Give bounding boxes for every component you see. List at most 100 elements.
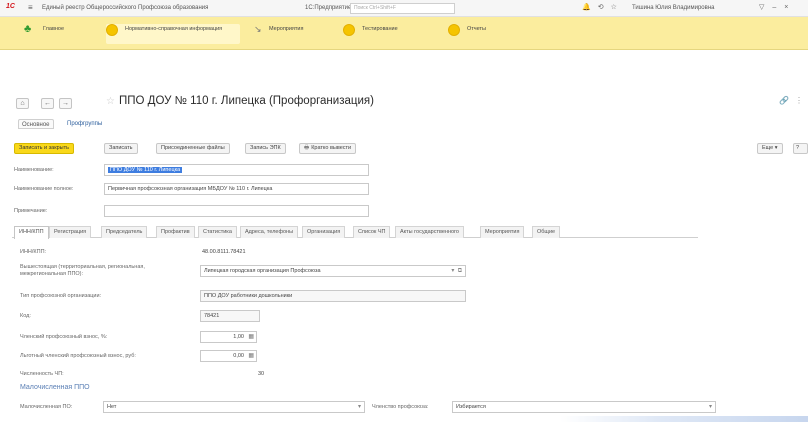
small-ppo-select[interactable]: Нет ▾ xyxy=(103,401,365,413)
parent-org-value: Липецкая городская организация Профсоюза xyxy=(204,268,321,274)
main-section-icon: ♣ xyxy=(24,23,32,35)
minimize-icon[interactable]: – xyxy=(772,4,784,11)
taskbar-edge xyxy=(560,416,808,422)
help-button[interactable]: ? xyxy=(793,143,808,154)
fixed-fee-value: 0,00 xyxy=(233,353,244,359)
arrow-right-icon: → xyxy=(62,100,69,107)
note-input[interactable] xyxy=(104,205,369,217)
section-reports-label: Отчеты xyxy=(467,26,487,32)
members-count-value: 30 xyxy=(258,371,265,377)
save-button[interactable]: Записать xyxy=(104,143,138,154)
section-main[interactable]: ♣ Главное xyxy=(24,24,82,44)
members-count-label: Численность ЧП: xyxy=(20,371,64,377)
tab-organization[interactable]: Организация xyxy=(302,226,346,238)
full-name-input[interactable]: Первичная профсоюзная организация МБДОУ … xyxy=(104,183,369,195)
sections-panel: ♣ Главное Нормативно-справочная информац… xyxy=(0,17,808,50)
code-label: Код: xyxy=(20,313,31,319)
fixed-fee-input[interactable]: 0,00 ▦ xyxy=(200,350,257,362)
dropdown-icon[interactable]: ▾ ⧉ xyxy=(451,266,462,276)
name-value: ППО ДОУ № 110 г. Липецка xyxy=(108,167,183,173)
toolbar-icons[interactable]: 🔔⟲☆ xyxy=(582,3,624,11)
more-label: Еще xyxy=(762,145,774,151)
full-name-label: Наименование полное: xyxy=(14,186,74,192)
save-and-close-button[interactable]: Записать и закрыть xyxy=(14,143,75,154)
app-logo: 1С xyxy=(6,3,15,10)
print-label: Кратко вывести xyxy=(311,145,352,151)
small-ppo-label: Малочисленная ПО: xyxy=(20,404,73,410)
tab-statistics[interactable]: Статистика xyxy=(198,226,237,238)
membership-select[interactable]: Избирается ▾ xyxy=(452,401,716,413)
window-controls[interactable]: ▽–× xyxy=(759,3,796,11)
membership-label: Членство профсоюза: xyxy=(372,404,429,410)
tab-addresses[interactable]: Адреса, телефоны xyxy=(240,226,299,238)
rate-value: 1,00 xyxy=(233,334,244,340)
more-icon[interactable]: ⋮ xyxy=(795,96,803,105)
code-field: 78421 xyxy=(200,310,260,322)
printer-icon: 🖶 xyxy=(304,145,310,151)
reports-section-icon xyxy=(448,24,460,36)
membership-value: Избирается xyxy=(456,404,486,410)
global-search-input[interactable]: Поиск Ctrl+Shift+F xyxy=(350,3,455,14)
parent-org-select[interactable]: Липецкая городская организация Профсоюза… xyxy=(200,265,466,277)
small-ppo-group-title: Малочисленная ППО xyxy=(20,384,90,391)
home-button[interactable]: ⌂ xyxy=(16,98,29,109)
form-title: ППО ДОУ № 110 г. Липецка (Профорганизаци… xyxy=(119,95,374,107)
tab-inn[interactable]: ИНН/КПП xyxy=(14,226,49,239)
calculator-icon[interactable]: ▦ xyxy=(248,351,254,361)
section-reports[interactable]: Отчеты xyxy=(448,24,518,44)
print-button[interactable]: 🖶 Кратко вывести xyxy=(299,143,357,154)
tab-activists[interactable]: Профактив xyxy=(156,226,195,238)
arrow-left-icon: ← xyxy=(44,100,51,107)
form-tab-groups[interactable]: Профгруппы xyxy=(64,119,105,129)
epo-record-button[interactable]: Запись ЭПК xyxy=(245,143,286,154)
bell-icon[interactable]: 🔔 xyxy=(582,4,598,11)
section-testing-label: Тестирование xyxy=(362,26,398,32)
filter-icon[interactable]: ▽ xyxy=(759,4,772,11)
fixed-fee-label: Льготный членский профсоюзный взнос, руб… xyxy=(20,353,136,359)
calculator-icon[interactable]: ▦ xyxy=(248,332,254,342)
rate-label: Членский профсоюзный взнос, %: xyxy=(20,334,108,340)
tab-events[interactable]: Мероприятия xyxy=(480,226,525,238)
more-button[interactable]: Еще ▾ xyxy=(757,143,783,154)
small-ppo-value: Нет xyxy=(107,404,117,410)
section-reference[interactable]: Нормативно-справочная информация xyxy=(106,24,240,44)
star-icon[interactable]: ☆ xyxy=(611,4,624,11)
close-icon[interactable]: × xyxy=(784,4,796,11)
section-reference-label: Нормативно-справочная информация xyxy=(125,26,223,32)
reference-section-icon xyxy=(106,24,118,36)
tab-registration[interactable]: Регистрация xyxy=(49,226,92,238)
inn-label: ИНН/КПП: xyxy=(20,249,47,255)
favorite-star-icon[interactable]: ☆ xyxy=(106,96,115,107)
attached-files-button[interactable]: Присоединенные файлы xyxy=(156,143,230,154)
user-name[interactable]: Тишина Юлия Владимировна xyxy=(632,5,714,11)
name-label: Наименование: xyxy=(14,167,54,173)
org-type-label: Тип профсоюзной организации: xyxy=(20,293,102,299)
tab-general[interactable]: Общие xyxy=(532,226,561,238)
title-bar: 1С ≡ Единый реестр Общероссийского Профс… xyxy=(0,0,808,17)
section-events[interactable]: ↘ Мероприятия xyxy=(254,24,334,44)
rate-input[interactable]: 1,00 ▦ xyxy=(200,331,257,343)
parent-org-label: Вышестоящая (территориальная, региональн… xyxy=(20,264,145,277)
back-button[interactable]: ← xyxy=(41,98,54,109)
inn-value: 48.00.8111.78421 xyxy=(202,249,246,255)
dropdown-icon[interactable]: ▾ xyxy=(358,402,361,412)
testing-section-icon xyxy=(343,24,355,36)
tab-members-list[interactable]: Список ЧП xyxy=(353,226,391,238)
home-icon: ⌂ xyxy=(20,100,25,107)
section-testing[interactable]: Тестирование xyxy=(343,24,433,44)
name-input[interactable]: ППО ДОУ № 110 г. Липецка xyxy=(104,164,369,176)
org-type-field: ППО ДОУ работники дошкольники xyxy=(200,290,466,302)
tab-chairman[interactable]: Председатель xyxy=(101,226,148,238)
link-icon[interactable]: 🔗 xyxy=(779,96,789,105)
section-events-label: Мероприятия xyxy=(269,26,304,32)
events-section-icon: ↘ xyxy=(254,24,262,34)
note-label: Примечание: xyxy=(14,208,48,214)
form-tab-main[interactable]: Основное xyxy=(18,119,54,129)
section-main-label: Главное xyxy=(43,26,65,32)
forward-button[interactable]: → xyxy=(59,98,72,109)
tab-state-acts[interactable]: Акты государственного xyxy=(395,226,464,238)
history-icon[interactable]: ⟲ xyxy=(598,4,611,11)
dropdown-icon[interactable]: ▾ xyxy=(709,402,712,412)
menu-icon[interactable]: ≡ xyxy=(28,3,33,12)
window-title: Единый реестр Общероссийского Профсоюза … xyxy=(42,5,209,11)
